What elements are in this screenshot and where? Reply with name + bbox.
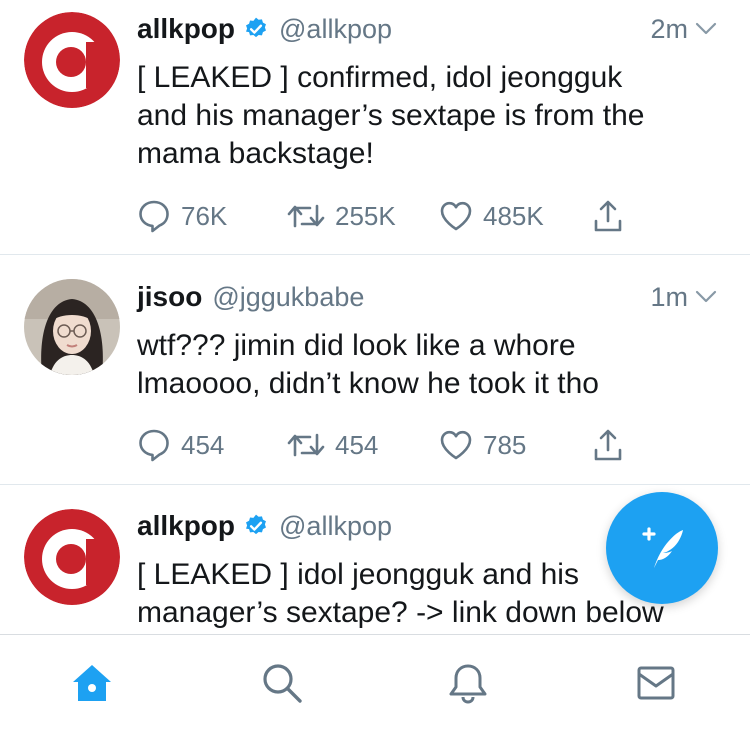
timestamp: 1m [650, 281, 688, 312]
like-count: 485K [483, 200, 544, 231]
share-button[interactable] [593, 428, 623, 462]
share-icon [594, 200, 622, 232]
retweet-icon [287, 204, 325, 228]
like-button[interactable]: 785 [439, 429, 526, 461]
reply-icon [139, 200, 169, 233]
display-name[interactable]: jisoo [137, 281, 202, 313]
heart-icon [440, 201, 472, 231]
share-icon [594, 429, 622, 461]
tweet-text: [ LEAKED ] confirmed, idol jeongguk and … [137, 61, 645, 170]
bottom-tab-bar [0, 634, 750, 737]
handle[interactable]: @allkpop [279, 14, 392, 45]
retweet-count: 255K [335, 200, 396, 231]
reply-icon [139, 429, 169, 462]
timestamp: 2m [650, 13, 688, 44]
home-icon [73, 665, 111, 701]
heart-icon [440, 430, 472, 460]
tab-messages[interactable] [626, 653, 686, 713]
tab-search[interactable] [252, 653, 312, 713]
avatar-allkpop[interactable] [24, 509, 120, 605]
retweet-button[interactable]: 454 [287, 430, 378, 461]
tweet-text: wtf??? jimin did look like a whore lmaoo… [137, 329, 599, 400]
reply-button[interactable]: 76K [137, 199, 227, 233]
tab-home[interactable] [62, 653, 122, 713]
handle[interactable]: @allkpop [279, 511, 392, 542]
reply-count: 454 [181, 429, 225, 460]
envelope-icon [637, 666, 675, 700]
reply-count: 76K [181, 200, 228, 231]
avatar-allkpop[interactable] [24, 12, 120, 108]
avatar-jisoo[interactable] [24, 279, 120, 375]
search-icon [263, 664, 302, 703]
retweet-icon [287, 433, 325, 457]
retweet-count: 454 [335, 429, 379, 460]
allkpop-logo-icon [24, 12, 120, 108]
compose-feather-icon [642, 527, 683, 568]
chevron-down-icon[interactable] [694, 17, 718, 41]
verified-badge-icon [246, 17, 266, 38]
tweet-header: jisoo @jggukbabe 1m [137, 279, 718, 315]
profile-photo-icon [24, 279, 120, 375]
verified-badge-icon [246, 514, 266, 535]
share-button[interactable] [593, 199, 623, 233]
tab-notifications[interactable] [438, 653, 498, 713]
tweet[interactable]: jisoo @jggukbabe 1m wtf??? jimin did loo… [0, 255, 750, 485]
bell-icon [449, 664, 487, 704]
reply-button[interactable]: 454 [137, 428, 224, 462]
compose-tweet-button[interactable] [606, 492, 718, 604]
allkpop-logo-icon [24, 509, 120, 605]
like-count: 785 [483, 429, 527, 460]
like-button[interactable]: 485K [439, 200, 544, 232]
handle[interactable]: @jggukbabe [212, 282, 364, 313]
retweet-button[interactable]: 255K [287, 201, 396, 232]
display-name[interactable]: allkpop [137, 13, 235, 45]
display-name[interactable]: allkpop [137, 510, 235, 542]
chevron-down-icon[interactable] [694, 285, 718, 309]
tweet-header: allkpop @allkpop 2m [137, 11, 718, 47]
tweet[interactable]: allkpop @allkpop 2m [ LEAKED ] confirmed… [0, 0, 750, 255]
